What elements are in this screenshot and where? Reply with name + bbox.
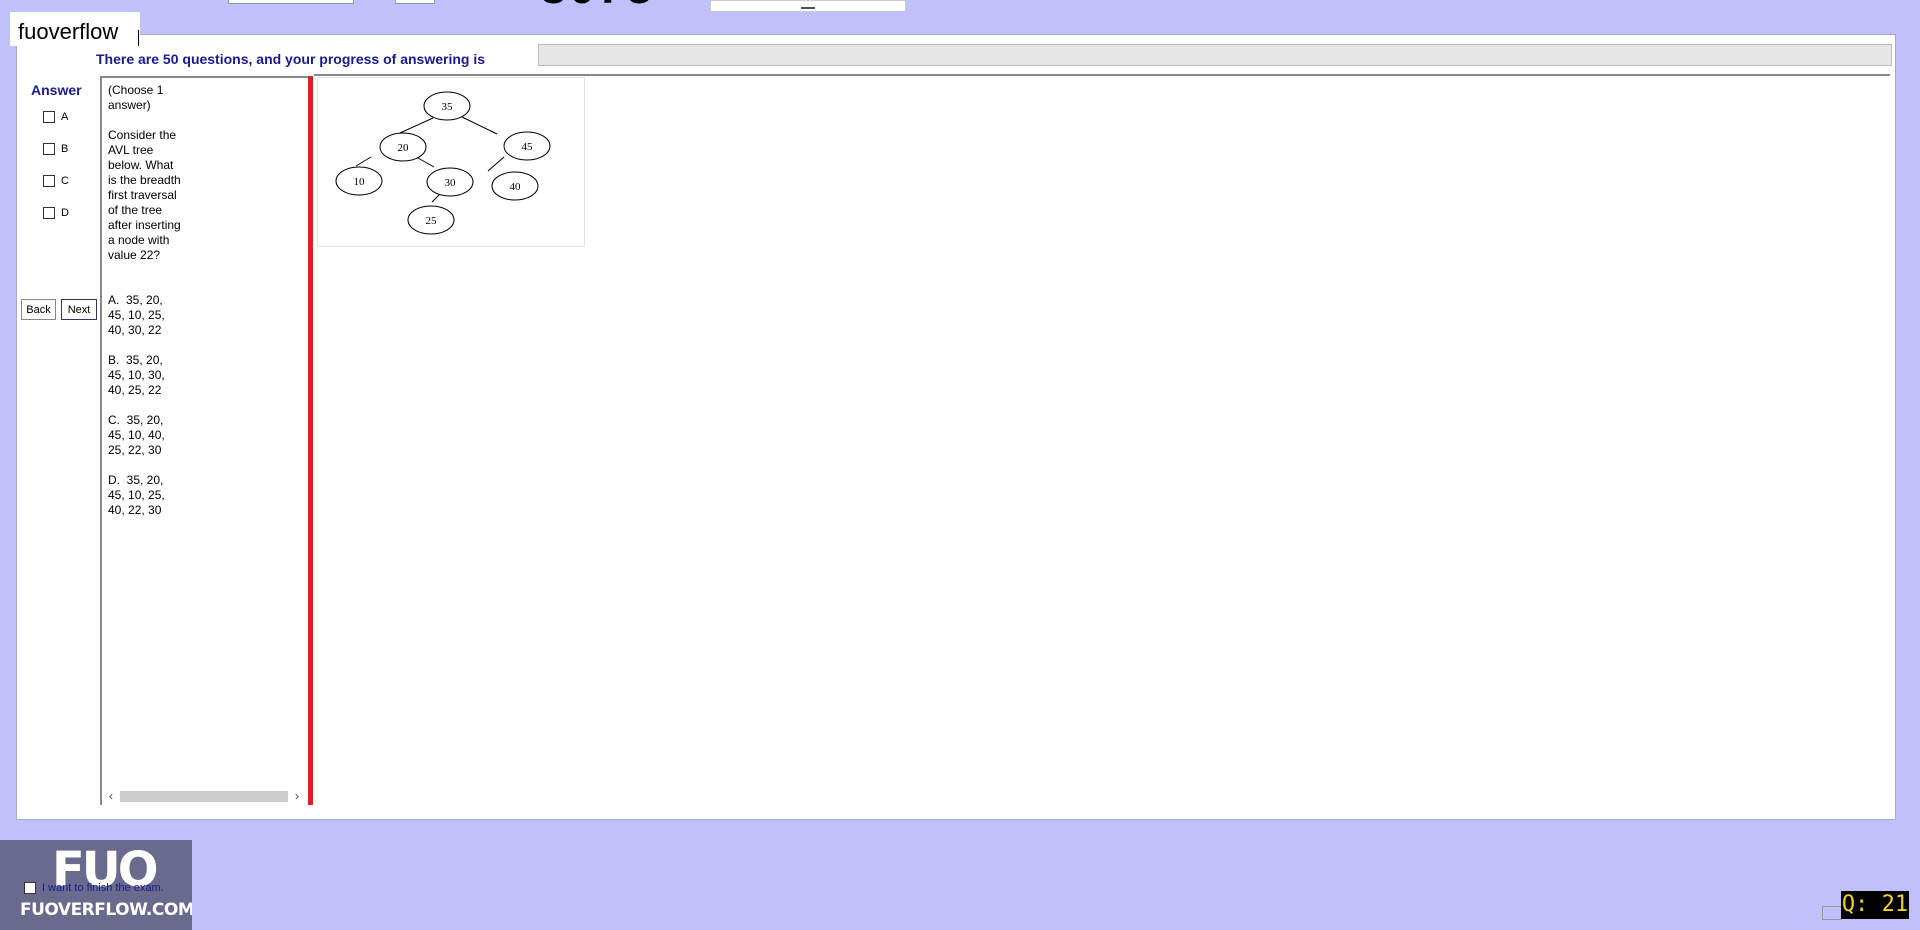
finish-exam-checkbox[interactable] xyxy=(24,882,36,894)
option-b[interactable]: B xyxy=(43,143,68,155)
brand-tag: fuoverflow xyxy=(10,12,140,46)
option-c-checkbox[interactable] xyxy=(43,175,55,187)
option-a[interactable]: A xyxy=(43,111,68,123)
counter-ghost-box xyxy=(1822,906,1842,920)
tree-node-35-label: 35 xyxy=(442,101,454,113)
horizontal-scrollbar[interactable]: ‹ › xyxy=(104,788,304,805)
avl-tree-image: 35 20 45 10 30 40 25 xyxy=(317,77,585,247)
finish-exam[interactable]: I want to finish the exam. xyxy=(24,882,164,894)
option-d[interactable]: D xyxy=(43,207,69,219)
option-a-label: A xyxy=(61,111,69,123)
option-b-checkbox[interactable] xyxy=(43,143,55,155)
pane-splitter[interactable] xyxy=(308,76,313,805)
scroll-left-icon[interactable]: ‹ xyxy=(104,788,118,805)
scrollbar-thumb[interactable] xyxy=(120,791,288,802)
scroll-right-icon[interactable]: › xyxy=(290,788,304,805)
back-button[interactable]: Back xyxy=(21,299,56,320)
top-small-control[interactable] xyxy=(395,0,435,4)
option-c-label: C xyxy=(61,175,69,187)
option-b-label: B xyxy=(61,143,69,155)
top-number: 3075 xyxy=(540,0,655,12)
progress-label: There are 50 questions, and your progres… xyxy=(96,51,485,67)
next-button[interactable]: Next xyxy=(61,299,97,320)
tree-node-20-label: 20 xyxy=(398,142,410,154)
finish-exam-label: I want to finish the exam. xyxy=(42,882,164,894)
progress-bar xyxy=(538,44,1892,66)
tree-node-45-label: 45 xyxy=(522,141,534,153)
option-d-label: D xyxy=(61,207,69,219)
text-cursor xyxy=(138,30,139,46)
top-image xyxy=(710,0,906,12)
tree-node-30-label: 30 xyxy=(445,177,457,189)
option-a-checkbox[interactable] xyxy=(43,111,55,123)
option-c[interactable]: C xyxy=(43,175,69,187)
tree-node-25-label: 25 xyxy=(426,215,438,227)
answer-title: Answer xyxy=(31,82,82,98)
option-d-checkbox[interactable] xyxy=(43,207,55,219)
top-input[interactable] xyxy=(228,0,354,4)
logo-text: FUOVERFLOW.COM xyxy=(20,900,192,920)
question-pane[interactable]: (Choose 1 answer) Consider the AVL tree … xyxy=(100,76,308,805)
top-strip: 3075 xyxy=(0,0,1920,12)
question-counter: Q: 21 xyxy=(1841,891,1909,919)
question-text: (Choose 1 answer) Consider the AVL tree … xyxy=(108,83,181,517)
image-pane: 35 20 45 10 30 40 25 xyxy=(314,74,1890,805)
avl-tree-diagram: 35 20 45 10 30 40 25 xyxy=(335,91,551,235)
brand-text: fuoverflow xyxy=(18,19,119,44)
tree-node-10-label: 10 xyxy=(354,176,366,188)
tree-node-40-label: 40 xyxy=(510,181,522,193)
